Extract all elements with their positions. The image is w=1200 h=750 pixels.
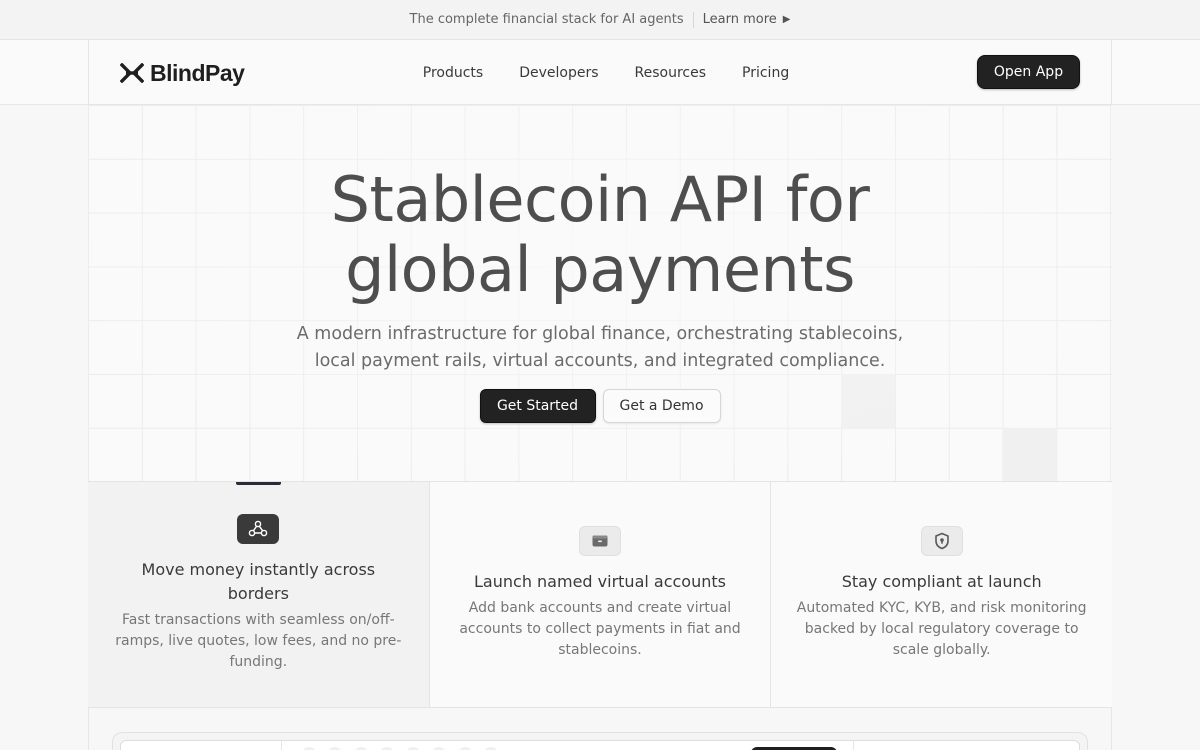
- feature-tab-compliance[interactable]: Stay compliant at launch Automated KYC, …: [771, 482, 1112, 707]
- feature-title: Move money instantly across borders: [141, 560, 376, 603]
- hero-subtitle: A modern infrastructure for global finan…: [88, 321, 1112, 375]
- play-arrow-icon: ▶: [782, 14, 791, 25]
- announcement-text: The complete financial stack for AI agen…: [409, 12, 684, 27]
- announcement-bar: The complete financial stack for AI agen…: [0, 0, 1200, 40]
- nav-item-pricing[interactable]: Pricing: [742, 65, 789, 81]
- get-started-button[interactable]: Get Started: [479, 389, 596, 423]
- active-tab-indicator: [236, 482, 281, 485]
- feature-title: Stay compliant at launch: [841, 572, 1042, 591]
- feature-tab-move-money[interactable]: Move money instantly across borders Fast…: [88, 482, 430, 707]
- logo-text: BlindPay: [150, 59, 245, 86]
- learn-more-link[interactable]: Learn more ▶: [703, 12, 791, 27]
- hero-title-line1: Stablecoin API for: [330, 163, 870, 236]
- hero-section: Stablecoin API for global payments A mod…: [88, 105, 1112, 482]
- feature-title: Launch named virtual accounts: [474, 572, 726, 591]
- preview-divider: [281, 741, 282, 750]
- feature-description: Automated KYC, KYB, and risk monitoring …: [796, 600, 1087, 658]
- feature-description: Fast transactions with seamless on/off-r…: [115, 612, 402, 670]
- features-tabs: Move money instantly across borders Fast…: [88, 482, 1112, 708]
- nav-item-resources[interactable]: Resources: [635, 65, 707, 81]
- hero-subtitle-line1: A modern infrastructure for global finan…: [296, 324, 904, 344]
- site-header: BlindPay Products Developers Resources P…: [0, 40, 1200, 105]
- hero-title-line2: global payments: [345, 233, 855, 306]
- blindpay-logo-icon: [120, 63, 144, 83]
- network-icon: [237, 514, 280, 544]
- open-app-button[interactable]: Open App: [977, 55, 1080, 89]
- hero-subtitle-line2: local payment rails, virtual accounts, a…: [314, 351, 886, 371]
- preview-divider: [853, 741, 854, 750]
- wallet-icon: [579, 526, 621, 556]
- logo[interactable]: BlindPay: [120, 59, 245, 87]
- nav-item-developers[interactable]: Developers: [519, 65, 598, 81]
- hero-title: Stablecoin API for global payments: [88, 165, 1112, 305]
- nav-item-products[interactable]: Products: [423, 65, 483, 81]
- dashboard-preview: [120, 740, 1080, 750]
- learn-more-label: Learn more: [702, 12, 777, 27]
- shield-icon: [920, 526, 963, 556]
- get-demo-button[interactable]: Get a Demo: [602, 389, 721, 423]
- feature-description: Add bank accounts and create virtual acc…: [459, 600, 741, 658]
- hero-buttons: Get Started Get a Demo: [88, 389, 1112, 423]
- feature-tab-virtual-accounts[interactable]: Launch named virtual accounts Add bank a…: [430, 482, 772, 707]
- announcement-divider: [692, 11, 694, 28]
